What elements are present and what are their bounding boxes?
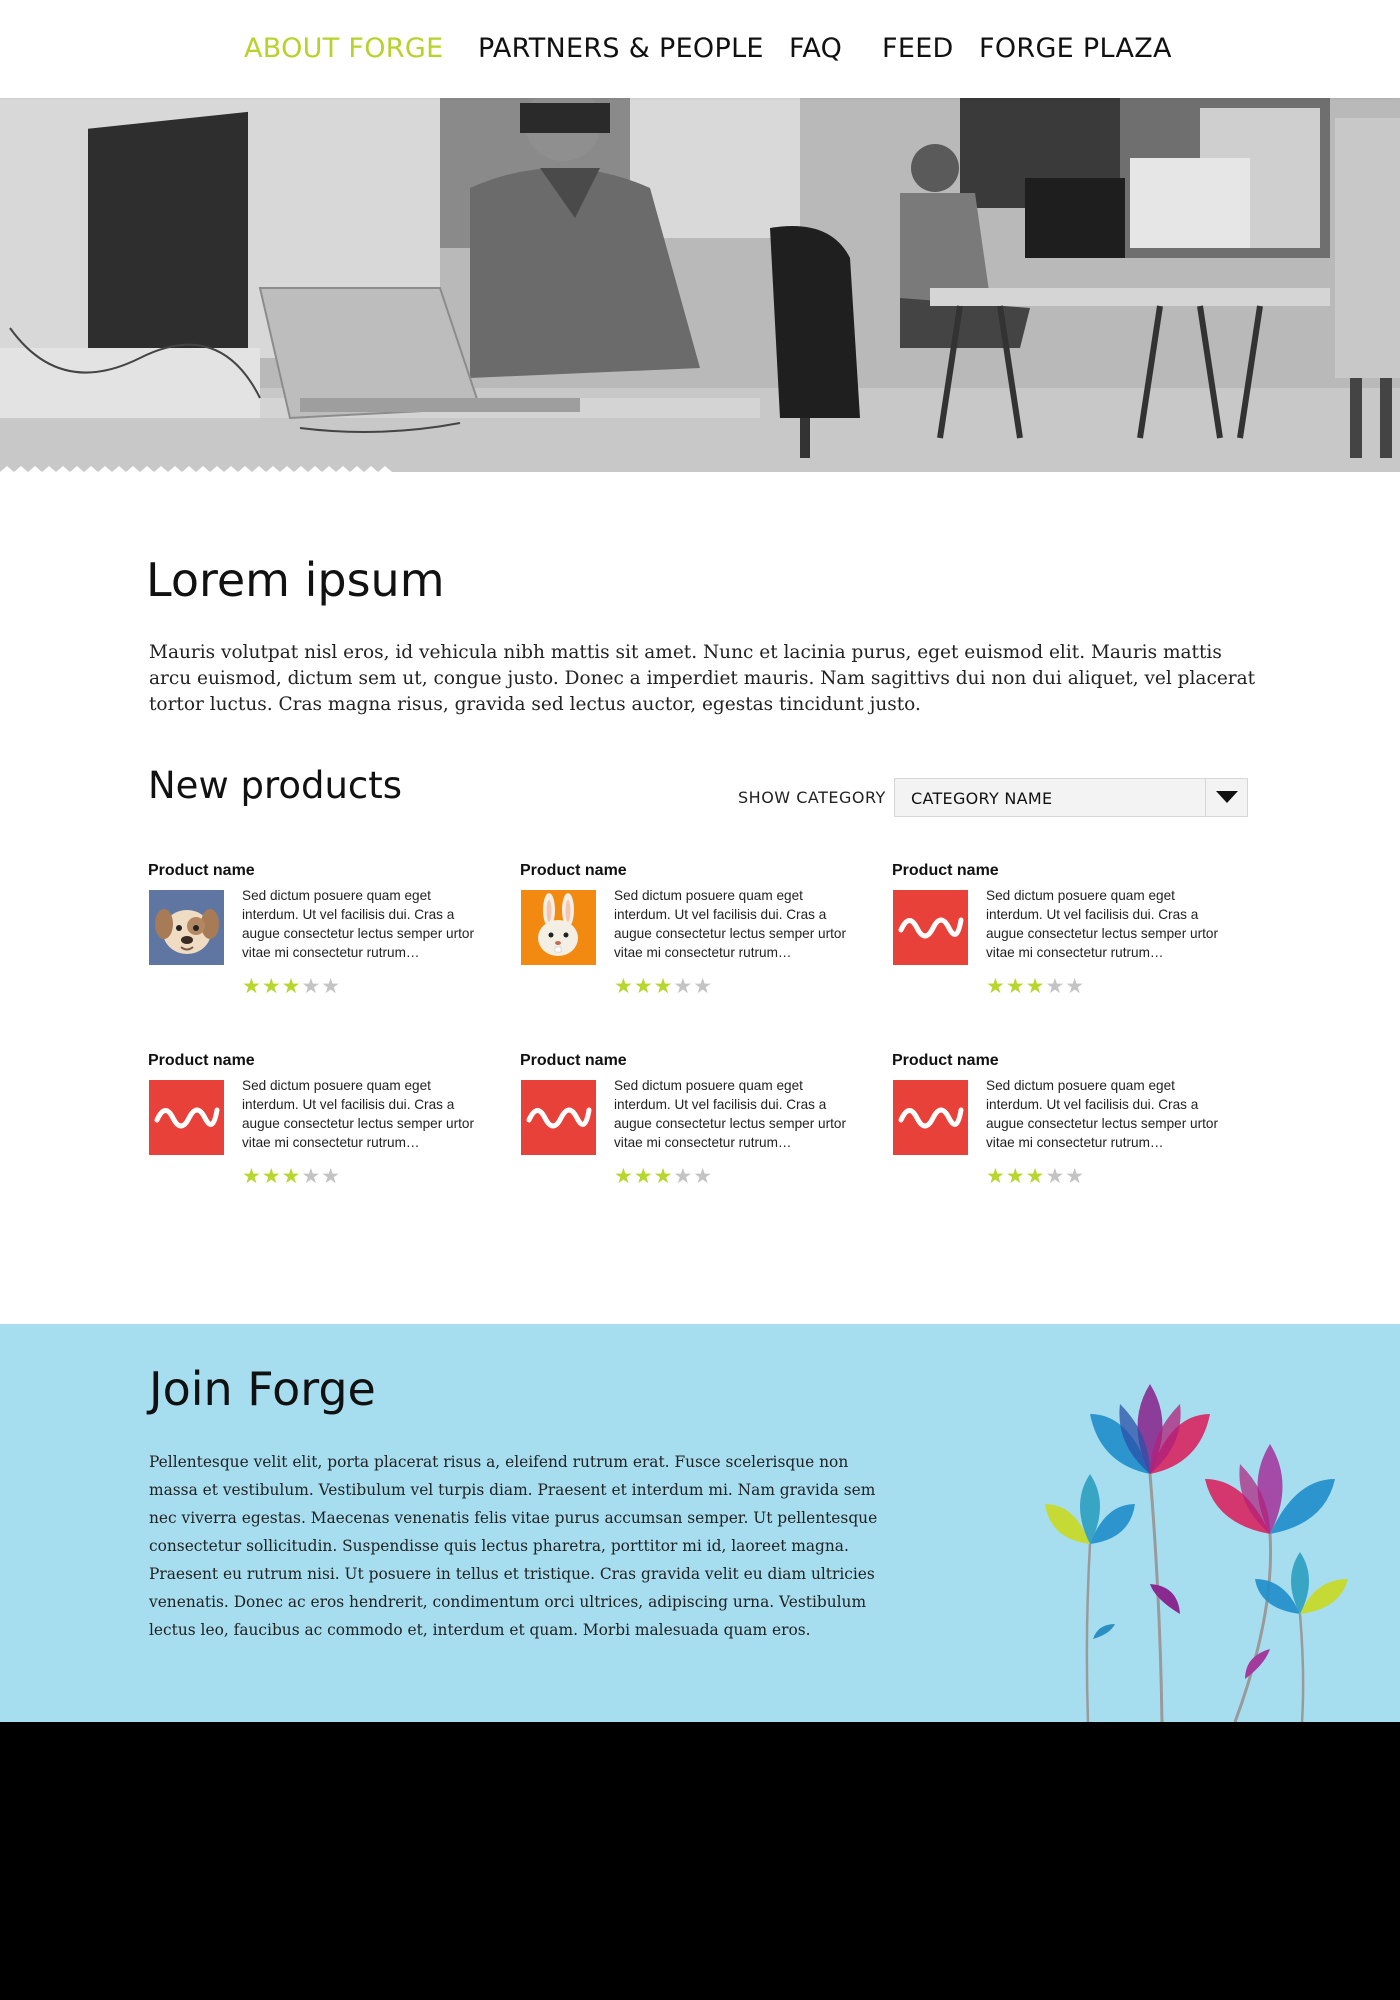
nav-forge-plaza[interactable]: FORGE PLAZA	[979, 33, 1172, 64]
product-name[interactable]: Product name	[148, 1052, 255, 1070]
new-products-heading: New products	[148, 764, 403, 807]
rating-stars: ★★★★★	[242, 974, 342, 998]
top-navigation: ABOUT FORGE PARTNERS & PEOPLE FAQ FEED F…	[0, 0, 1400, 98]
product-name[interactable]: Product name	[520, 862, 627, 880]
product-description: Sed dictum posuere quam eget interdum. U…	[614, 1078, 846, 1150]
join-title: Join Forge	[149, 1362, 376, 1416]
wave-icon[interactable]	[893, 890, 968, 965]
show-category-label: SHOW CATEGORY	[738, 788, 886, 807]
product-name[interactable]: Product name	[148, 862, 255, 880]
wave-icon[interactable]	[521, 1080, 596, 1155]
category-select[interactable]: CATEGORY NAME	[894, 778, 1248, 817]
product-description: Sed dictum posuere quam eget interdum. U…	[986, 888, 1218, 960]
rating-stars: ★★★★★	[242, 1164, 342, 1188]
product-description: Sed dictum posuere quam eget interdum. U…	[614, 888, 846, 960]
product-card[interactable]: Product name Sed dictum posuere quam ege…	[892, 862, 1232, 1022]
rabbit-icon[interactable]	[521, 890, 596, 965]
category-select-value: CATEGORY NAME	[911, 789, 1053, 808]
product-name[interactable]: Product name	[520, 1052, 627, 1070]
wave-icon[interactable]	[893, 1080, 968, 1155]
rating-stars: ★★★★★	[614, 1164, 714, 1188]
nav-partners-people[interactable]: PARTNERS & PEOPLE	[478, 33, 764, 64]
product-card[interactable]: Product name Sed dictum posuere quam ege…	[892, 1052, 1232, 1212]
chevron-down-icon	[1216, 791, 1238, 803]
nav-about-forge[interactable]: ABOUT FORGE	[244, 33, 443, 64]
page-title: Lorem ipsum	[146, 553, 445, 607]
nav-feed[interactable]: FEED	[882, 33, 954, 64]
office-photo	[0, 98, 1400, 480]
flowers-illustration	[1045, 1384, 1348, 1722]
rating-stars: ★★★★★	[614, 974, 714, 998]
footer	[0, 1722, 1400, 2000]
hero-image	[0, 98, 1400, 480]
product-card[interactable]: Product name Sed dictum posuere quam ege…	[148, 862, 488, 1022]
join-section: Join Forge Pellentesque velit elit, port…	[0, 1324, 1400, 1722]
product-description: Sed dictum posuere quam eget interdum. U…	[242, 1078, 474, 1150]
rating-stars: ★★★★★	[986, 974, 1086, 998]
product-name[interactable]: Product name	[892, 862, 999, 880]
product-description: Sed dictum posuere quam eget interdum. U…	[242, 888, 474, 960]
dropdown-toggle[interactable]	[1205, 779, 1247, 816]
product-card[interactable]: Product name Sed dictum posuere quam ege…	[520, 862, 860, 1022]
join-paragraph: Pellentesque velit elit, porta placerat …	[149, 1453, 878, 1639]
rating-stars: ★★★★★	[986, 1164, 1086, 1188]
nav-faq[interactable]: FAQ	[789, 33, 842, 64]
wave-icon[interactable]	[149, 1080, 224, 1155]
product-description: Sed dictum posuere quam eget interdum. U…	[986, 1078, 1218, 1150]
dog-icon[interactable]	[149, 890, 224, 965]
product-name[interactable]: Product name	[892, 1052, 999, 1070]
intro-paragraph: Mauris volutpat nisl eros, id vehicula n…	[149, 642, 1256, 715]
product-card[interactable]: Product name Sed dictum posuere quam ege…	[148, 1052, 488, 1212]
product-card[interactable]: Product name Sed dictum posuere quam ege…	[520, 1052, 860, 1212]
